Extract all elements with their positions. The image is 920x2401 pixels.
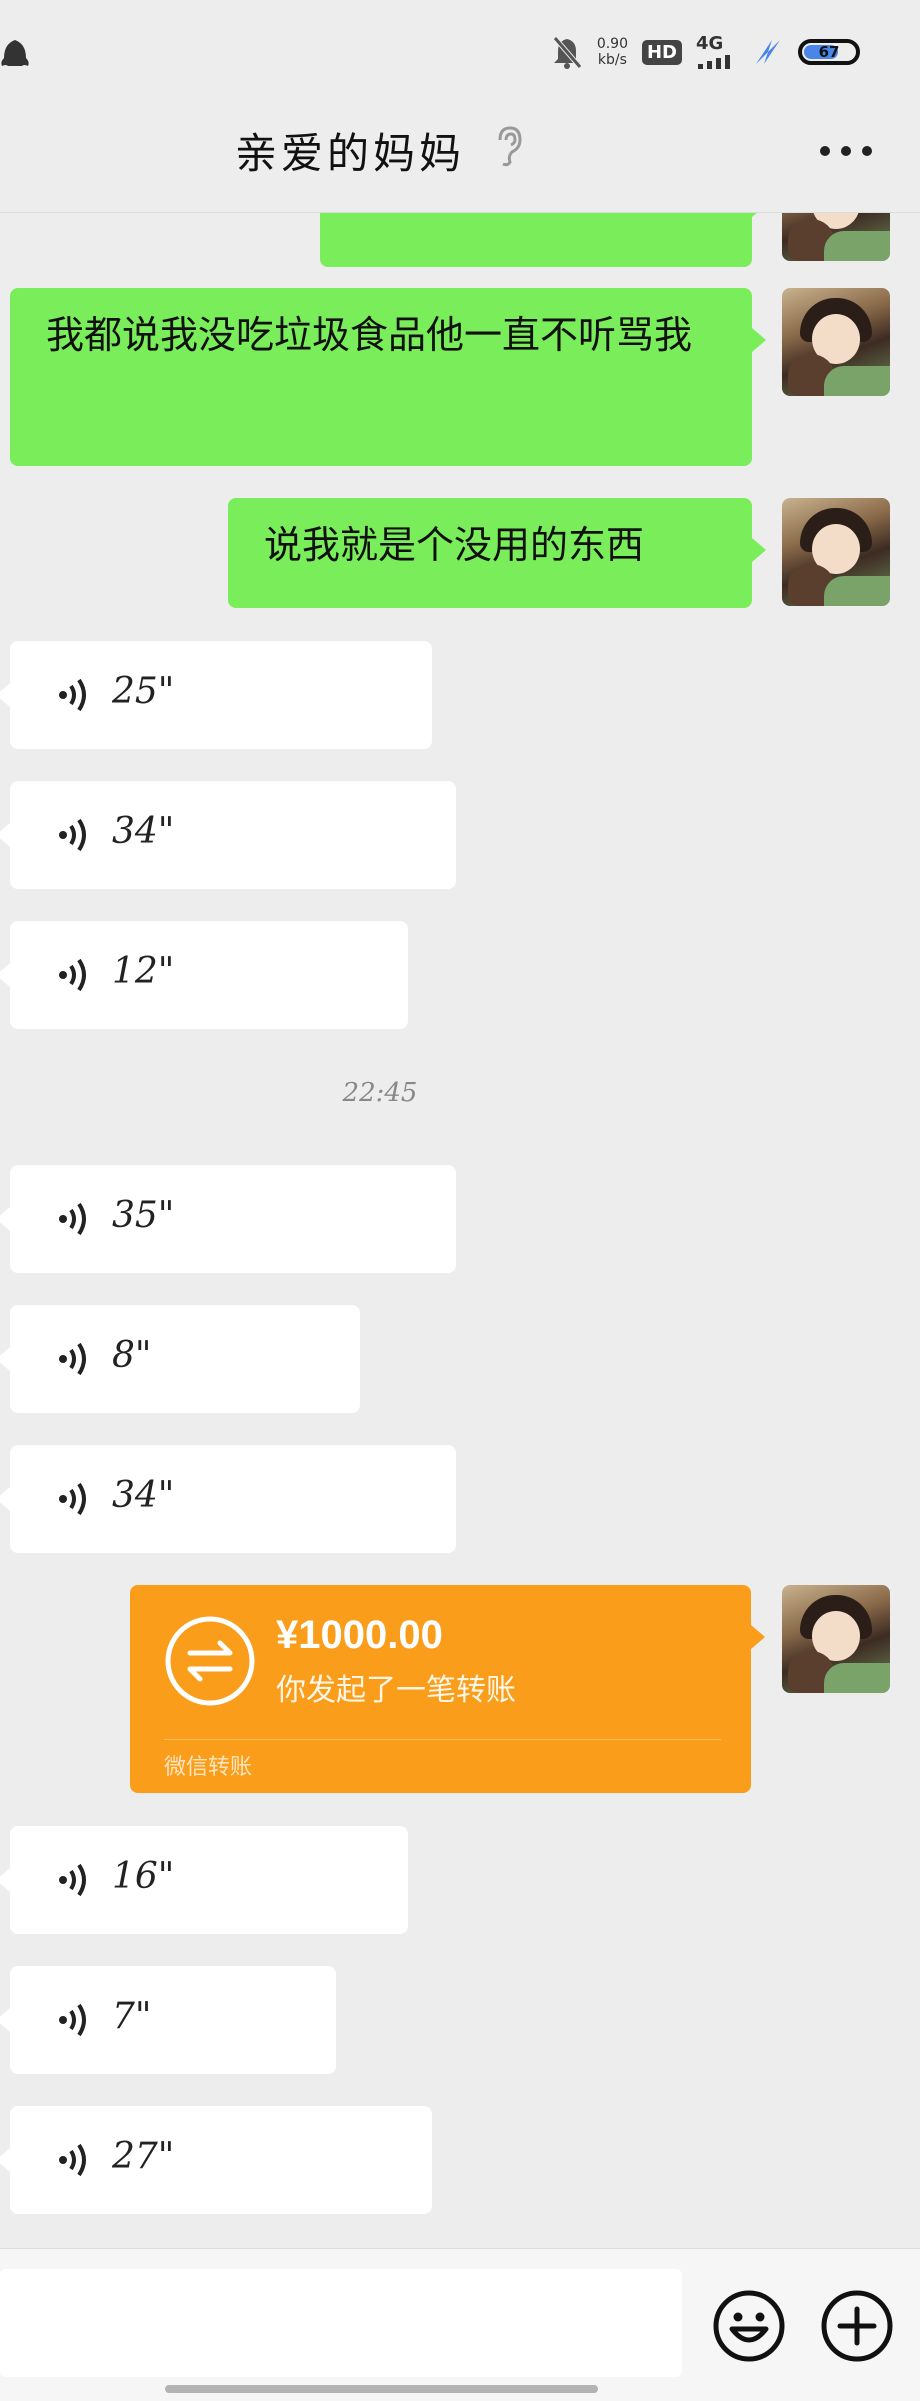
- battery-icon: 67: [798, 39, 860, 65]
- voice-duration: 27": [112, 2136, 175, 2177]
- status-bar: 0.90 kb/s HD 4G 67: [0, 0, 920, 100]
- voice-message[interactable]: 35": [0, 1165, 456, 1273]
- voice-duration: 34": [112, 811, 175, 852]
- transfer-label: 微信转账: [164, 1755, 253, 1780]
- voice-wave-icon: [59, 818, 86, 852]
- transfer-amount: ¥1000.00: [276, 1613, 443, 1657]
- voice-duration: 35": [112, 1195, 175, 1236]
- voice-message[interactable]: 7": [0, 1966, 336, 2074]
- voice-wave-icon: [59, 958, 86, 992]
- more-icon[interactable]: [818, 144, 874, 158]
- mute-bell-icon: [552, 36, 582, 69]
- voice-wave-icon: [59, 2003, 86, 2037]
- signal-icon: [698, 55, 730, 69]
- home-indicator[interactable]: [165, 2385, 598, 2393]
- net-speed-value: 0.90: [596, 36, 628, 52]
- plus-icon[interactable]: [820, 2289, 894, 2363]
- transfer-divider: [164, 1739, 721, 1740]
- voice-duration: 7": [112, 1996, 152, 2037]
- message-bubble-partial[interactable]: [320, 213, 766, 267]
- avatar[interactable]: [782, 498, 890, 606]
- avatar[interactable]: [782, 213, 890, 261]
- message-bubble[interactable]: 我都说我没吃垃圾食品他一直不听骂我: [10, 288, 766, 466]
- charging-icon: [756, 40, 780, 64]
- message-timestamp: 22:45: [342, 1078, 418, 1108]
- message-list[interactable]: 我都说我没吃垃圾食品他一直不听骂我 说我就是个没用的东西 25" 34" 12"…: [0, 213, 920, 2248]
- transfer-description: 你发起了一笔转账: [276, 1673, 516, 1708]
- net-speed: 0.90 kb/s: [597, 36, 628, 68]
- battery-level: 67: [818, 43, 840, 61]
- avatar[interactable]: [782, 1585, 890, 1693]
- voice-wave-icon: [59, 1202, 86, 1236]
- message-bubble[interactable]: 说我就是个没用的东西: [228, 498, 766, 608]
- voice-message[interactable]: 34": [0, 781, 456, 889]
- voice-wave-icon: [59, 678, 86, 712]
- voice-message[interactable]: 12": [0, 921, 408, 1029]
- chat-header: 亲爱的妈妈: [0, 100, 920, 213]
- voice-duration: 25": [112, 671, 175, 712]
- avatar[interactable]: [782, 288, 890, 396]
- voice-wave-icon: [59, 2143, 86, 2177]
- voice-message[interactable]: 16": [0, 1826, 408, 1934]
- voice-duration: 34": [112, 1475, 175, 1516]
- emoji-icon[interactable]: [712, 2289, 786, 2363]
- voice-duration: 16": [112, 1856, 175, 1897]
- ear-icon: [498, 126, 522, 167]
- input-bar: [0, 2248, 920, 2401]
- voice-duration: 8": [112, 1335, 152, 1376]
- voice-message[interactable]: 8": [0, 1305, 360, 1413]
- chat-title[interactable]: 亲爱的妈妈: [235, 120, 465, 181]
- net-speed-unit: kb/s: [597, 52, 627, 68]
- transfer-card[interactable]: ¥1000.00 你发起了一笔转账 微信转账: [130, 1585, 765, 1793]
- voice-message[interactable]: 27": [0, 2106, 432, 2214]
- voice-wave-icon: [59, 1863, 86, 1897]
- message-text: 说我就是个没用的东西: [264, 523, 645, 567]
- message-text: 我都说我没吃垃圾食品他一直不听骂我: [46, 313, 693, 357]
- transfer-arrows-icon: [165, 1616, 255, 1706]
- status-icons: 0.90 kb/s HD 4G 67: [551, 30, 860, 74]
- voice-wave-icon: [59, 1342, 86, 1376]
- network-indicator: 4G: [696, 35, 738, 69]
- message-input[interactable]: [0, 2269, 682, 2377]
- qq-icon: [1, 40, 29, 66]
- hd-badge: HD: [641, 39, 682, 65]
- network-label: 4G: [696, 33, 724, 54]
- voice-wave-icon: [59, 1482, 86, 1516]
- voice-message[interactable]: 34": [0, 1445, 456, 1553]
- voice-message[interactable]: 25": [0, 641, 432, 749]
- voice-duration: 12": [112, 951, 175, 992]
